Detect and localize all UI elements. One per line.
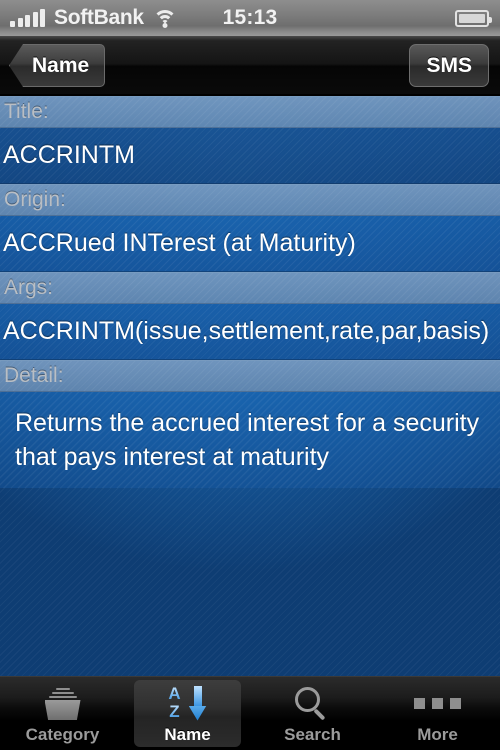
tab-search-label: Search <box>284 725 341 744</box>
field-header-label: Args: <box>4 276 54 299</box>
field-value-label: ACCRINTM(issue,settlement,rate,par,basis… <box>3 317 490 345</box>
sort-az-icon: A Z <box>163 684 213 722</box>
status-bar: SoftBank 15:13 <box>0 0 500 36</box>
field-value-label: ACCRINTM <box>3 141 135 169</box>
field-header-detail: Detail: <box>0 360 500 392</box>
tab-more-label: More <box>417 725 458 744</box>
back-button-label: Name <box>32 53 90 77</box>
tab-name-label: Name <box>164 725 211 744</box>
field-value-args: ACCRINTM(issue,settlement,rate,par,basis… <box>0 304 500 360</box>
field-value-title: ACCRINTM <box>0 128 500 184</box>
field-header-label: Title: <box>4 100 49 123</box>
field-value-origin: ACCRued INTerest (at Maturity) <box>0 216 500 272</box>
tab-more[interactable]: More <box>375 677 500 750</box>
sms-button-label: SMS <box>426 53 472 77</box>
field-header-args: Args: <box>0 272 500 304</box>
search-icon <box>294 685 331 722</box>
tab-name[interactable]: A Z Name <box>125 677 250 750</box>
tab-bar: Category A Z Name Search More <box>0 676 500 750</box>
tab-search[interactable]: Search <box>250 677 375 750</box>
battery-icon <box>455 9 492 27</box>
field-header-origin: Origin: <box>0 184 500 216</box>
detail-content: Title: ACCRINTM Origin: ACCRued INTerest… <box>0 96 500 676</box>
sms-button[interactable]: SMS <box>409 44 489 87</box>
clock-label: 15:13 <box>222 6 278 29</box>
field-header-label: Origin: <box>4 188 66 211</box>
field-header-label: Detail: <box>4 364 64 387</box>
back-button[interactable]: Name <box>9 44 106 87</box>
navigation-bar: Name SMS <box>0 36 500 95</box>
field-value-detail: Returns the accrued interest for a secur… <box>0 392 500 488</box>
tray-icon <box>41 685 85 722</box>
field-value-label: ACCRued INTerest (at Maturity) <box>3 229 356 257</box>
phone-screen: SoftBank 15:13 Name SMS Title: ACCRINTM … <box>0 0 500 750</box>
tab-category[interactable]: Category <box>0 677 125 750</box>
ellipsis-icon <box>414 685 461 722</box>
field-value-label: Returns the accrued interest for a secur… <box>15 409 480 471</box>
field-header-title: Title: <box>0 96 500 128</box>
tab-category-label: Category <box>25 725 100 744</box>
